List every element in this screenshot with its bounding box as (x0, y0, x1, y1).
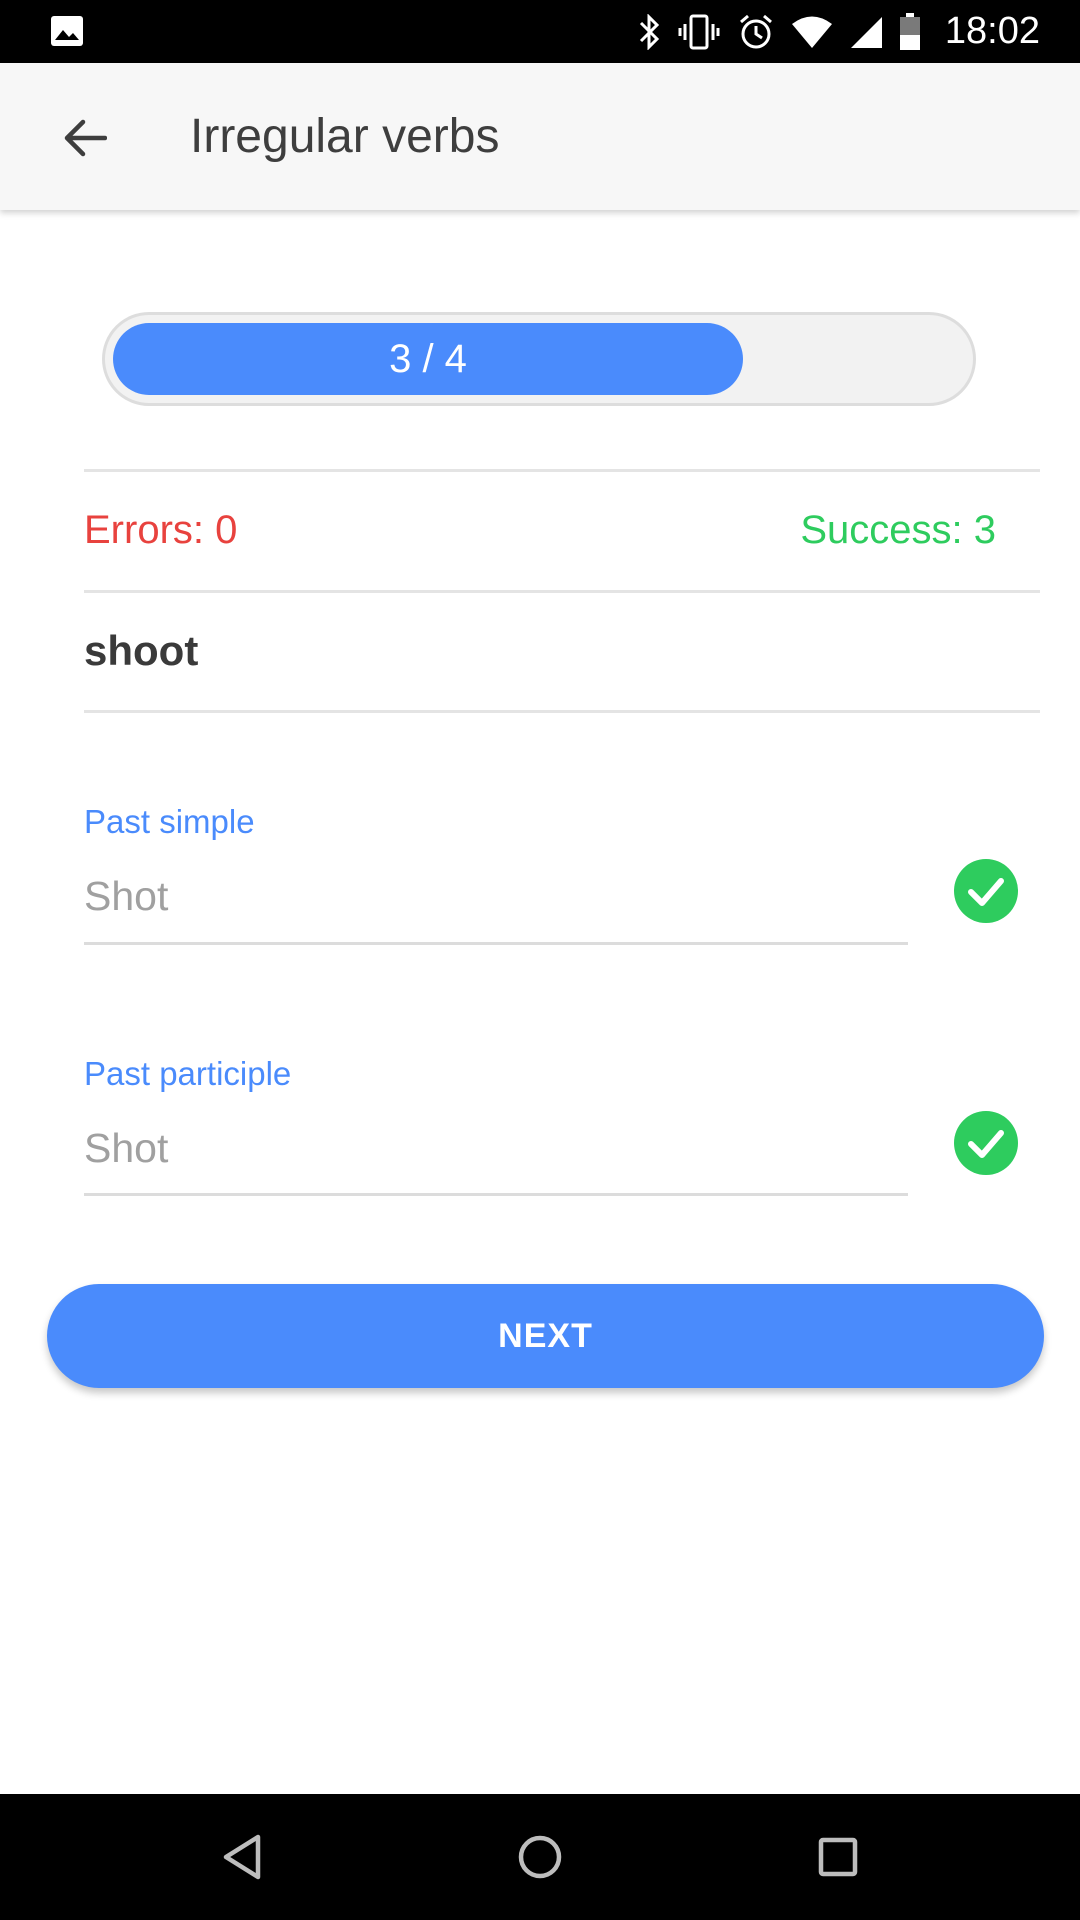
past-participle-label: Past participle (84, 1055, 292, 1092)
image-icon (50, 15, 84, 52)
signal-icon (849, 15, 883, 49)
check-circle-icon (954, 859, 1018, 923)
divider (84, 469, 1040, 472)
home-circle-icon (518, 1835, 562, 1879)
system-nav-bar (0, 1794, 1080, 1920)
past-simple-underline (84, 942, 908, 945)
progress-label: 3 / 4 (389, 336, 467, 381)
next-button[interactable]: NEXT (47, 1284, 1044, 1388)
alarm-icon (737, 13, 775, 51)
page-title: Irregular verbs (190, 110, 500, 163)
verb-prompt: shoot (84, 627, 199, 674)
battery-icon (899, 12, 921, 51)
status-time: 18:02 (944, 10, 1040, 52)
back-button[interactable] (50, 103, 120, 173)
divider (84, 710, 1040, 713)
app-bar: Irregular verbs (0, 63, 1080, 210)
wifi-icon (791, 15, 833, 49)
errors-count: Errors: 0 (84, 508, 238, 552)
nav-home-button[interactable] (507, 1824, 573, 1890)
vibrate-icon (677, 14, 721, 50)
arrow-back-icon (64, 119, 107, 157)
nav-recents-button[interactable] (805, 1824, 871, 1890)
progress-fill: 3 / 4 (113, 323, 743, 395)
divider (84, 590, 1040, 593)
past-participle-input[interactable]: Shot (84, 1125, 168, 1172)
check-circle-icon (954, 1111, 1018, 1175)
next-button-label: NEXT (498, 1316, 593, 1355)
past-participle-underline (84, 1193, 908, 1196)
status-bar: 18:02 (0, 0, 1080, 63)
success-count: Success: 3 (800, 508, 996, 552)
progress-bar: 3 / 4 (102, 312, 976, 406)
recents-square-icon (818, 1837, 858, 1877)
nav-back-button[interactable] (209, 1824, 275, 1890)
past-simple-label: Past simple (84, 803, 255, 840)
bluetooth-icon (637, 13, 661, 50)
past-simple-input[interactable]: Shot (84, 873, 168, 920)
back-triangle-icon (223, 1834, 261, 1880)
